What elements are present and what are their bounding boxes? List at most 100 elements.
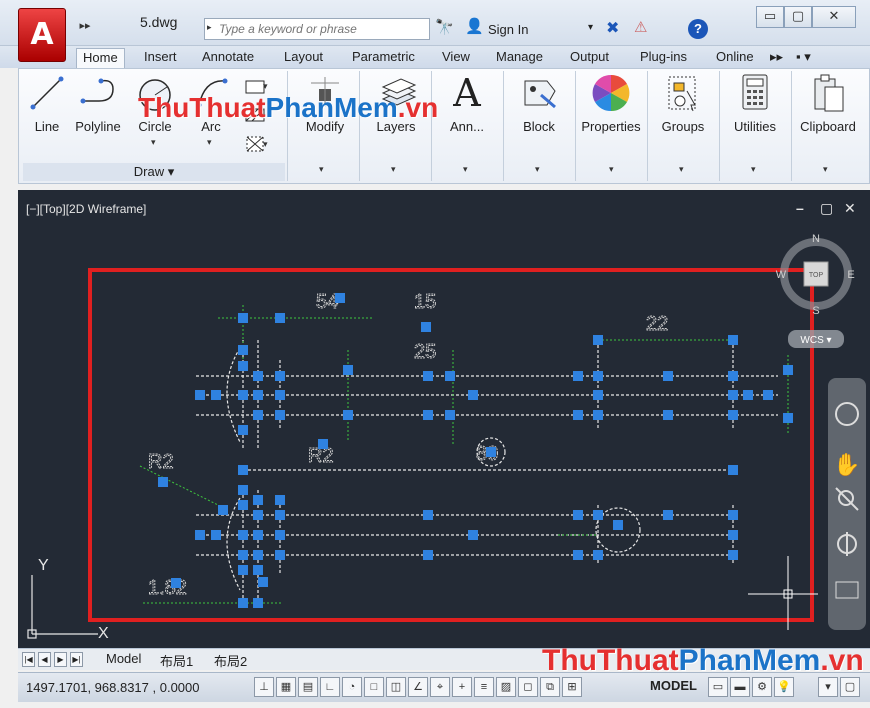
grip-handle[interactable]	[211, 390, 221, 400]
tab-layout1[interactable]: 布局1	[160, 651, 193, 670]
sign-in-link[interactable]: Sign In	[488, 22, 528, 37]
grip-handle[interactable]	[218, 505, 228, 515]
viewport-label[interactable]: [−][Top][2D Wireframe]	[26, 202, 146, 216]
grip-handle[interactable]	[486, 447, 496, 457]
grip-handle[interactable]	[211, 530, 221, 540]
utilities-panel-dropdown-icon[interactable]: ▾	[751, 164, 756, 175]
window-close-button[interactable]: ✕	[812, 6, 856, 28]
next-layout-button[interactable]: ▶	[54, 652, 67, 667]
grip-handle[interactable]	[573, 550, 583, 560]
grip-handle[interactable]	[421, 322, 431, 332]
tab-annotate[interactable]: Annotate	[196, 48, 260, 68]
quick-properties-icon[interactable]: ◻	[518, 677, 538, 697]
compass-east[interactable]: E	[847, 269, 854, 281]
3d-object-snap-icon[interactable]: ◫	[386, 677, 406, 697]
transparency-icon[interactable]: ▨	[496, 677, 516, 697]
grip-handle[interactable]	[763, 390, 773, 400]
grip-handle[interactable]	[238, 425, 248, 435]
properties-panel-dropdown-icon[interactable]: ▾	[609, 164, 614, 175]
tab-parametric[interactable]: Parametric	[346, 48, 421, 68]
viewport-close-button[interactable]: ✕	[844, 200, 856, 217]
tab-manage[interactable]: Manage	[490, 48, 549, 68]
grip-handle[interactable]	[468, 530, 478, 540]
grip-handle[interactable]	[445, 371, 455, 381]
user-icon[interactable]: 👤	[465, 17, 484, 35]
first-layout-button[interactable]: |◀	[22, 652, 35, 667]
snap-mode-icon[interactable]: ▦	[276, 677, 296, 697]
search-input[interactable]	[219, 21, 425, 37]
grip-handle[interactable]	[275, 371, 285, 381]
last-layout-button[interactable]: ▶|	[70, 652, 83, 667]
grip-handle[interactable]	[728, 390, 738, 400]
grip-handle[interactable]	[593, 390, 603, 400]
clipboard-panel-button[interactable]: Clipboard	[793, 71, 863, 161]
grip-handle[interactable]	[728, 465, 738, 475]
grip-handle[interactable]	[573, 410, 583, 420]
grip-handle[interactable]	[253, 598, 263, 608]
annotation-panel-button[interactable]: A Ann...	[433, 71, 501, 161]
grip-handle[interactable]	[253, 550, 263, 560]
viewport-restore-button[interactable]: ▢	[820, 200, 833, 217]
binoculars-search-icon[interactable]: 🔭	[435, 18, 454, 36]
grip-handle[interactable]	[253, 510, 263, 520]
rectangle-dropdown-icon[interactable]: ▾	[263, 81, 268, 92]
status-bar-menu-icon[interactable]: ▾	[818, 677, 838, 697]
tab-layout[interactable]: Layout	[278, 48, 329, 68]
block-panel-dropdown-icon[interactable]: ▾	[535, 164, 540, 175]
grip-handle[interactable]	[343, 365, 353, 375]
line-button[interactable]: Line	[25, 71, 69, 161]
grip-handle[interactable]	[171, 578, 181, 588]
tab-layout2[interactable]: 布局2	[214, 651, 247, 670]
search-expand-arrow-icon[interactable]: ▸	[207, 22, 212, 33]
sign-in-dropdown-icon[interactable]: ▾	[588, 22, 593, 33]
grip-handle[interactable]	[728, 410, 738, 420]
grip-handle[interactable]	[238, 500, 248, 510]
grip-handle[interactable]	[573, 371, 583, 381]
grip-handle[interactable]	[238, 345, 248, 355]
grip-handle[interactable]	[253, 565, 263, 575]
infer-constraints-icon[interactable]: ⊥	[254, 677, 274, 697]
quick-view-layouts-icon[interactable]: ▭	[708, 677, 728, 697]
grip-handle[interactable]	[783, 365, 793, 375]
grip-handle[interactable]	[468, 390, 478, 400]
quick-view-drawings-icon[interactable]: ▬	[730, 677, 750, 697]
dynamic-ucs-icon[interactable]: ⌖	[430, 677, 450, 697]
grip-handle[interactable]	[275, 390, 285, 400]
grip-handle[interactable]	[238, 465, 248, 475]
grip-handle[interactable]	[423, 410, 433, 420]
grip-handle[interactable]	[613, 520, 623, 530]
search-box[interactable]: ▸	[204, 18, 430, 40]
layers-panel-dropdown-icon[interactable]: ▾	[391, 164, 396, 175]
viewcube-face-label[interactable]: TOP	[809, 272, 824, 279]
grip-handle[interactable]	[318, 439, 328, 449]
grip-handle[interactable]	[335, 293, 345, 303]
grip-handle[interactable]	[253, 390, 263, 400]
grip-handle[interactable]	[275, 313, 285, 323]
grip-handle[interactable]	[728, 530, 738, 540]
groups-panel-button[interactable]: Groups	[649, 71, 717, 161]
ortho-mode-icon[interactable]: ∟	[320, 677, 340, 697]
grip-handle[interactable]	[573, 510, 583, 520]
boundary-button[interactable]: ▾	[235, 133, 275, 155]
clean-screen-icon[interactable]: ▢	[840, 677, 860, 697]
grip-handle[interactable]	[663, 410, 673, 420]
grip-handle[interactable]	[238, 550, 248, 560]
help-icon[interactable]: ?	[688, 19, 708, 39]
compass-west[interactable]: W	[776, 269, 787, 281]
tab-online[interactable]: Online	[710, 48, 760, 68]
navigation-bar[interactable]: ✋	[828, 378, 866, 630]
tab-more[interactable]: ▸▸	[764, 48, 789, 68]
application-menu-button[interactable]: A	[18, 8, 66, 62]
window-maximize-button[interactable]: ▢	[784, 6, 812, 28]
arc-dropdown-icon[interactable]: ▾	[207, 137, 212, 148]
grip-handle[interactable]	[423, 550, 433, 560]
boundary-dropdown-icon[interactable]: ▾	[263, 139, 268, 150]
grip-handle[interactable]	[728, 335, 738, 345]
object-snap-icon[interactable]: □	[364, 677, 384, 697]
grip-handle[interactable]	[728, 510, 738, 520]
groups-panel-dropdown-icon[interactable]: ▾	[679, 164, 684, 175]
grip-handle[interactable]	[593, 410, 603, 420]
grip-handle[interactable]	[253, 495, 263, 505]
grip-handle[interactable]	[238, 390, 248, 400]
tab-model[interactable]: Model	[106, 651, 141, 666]
